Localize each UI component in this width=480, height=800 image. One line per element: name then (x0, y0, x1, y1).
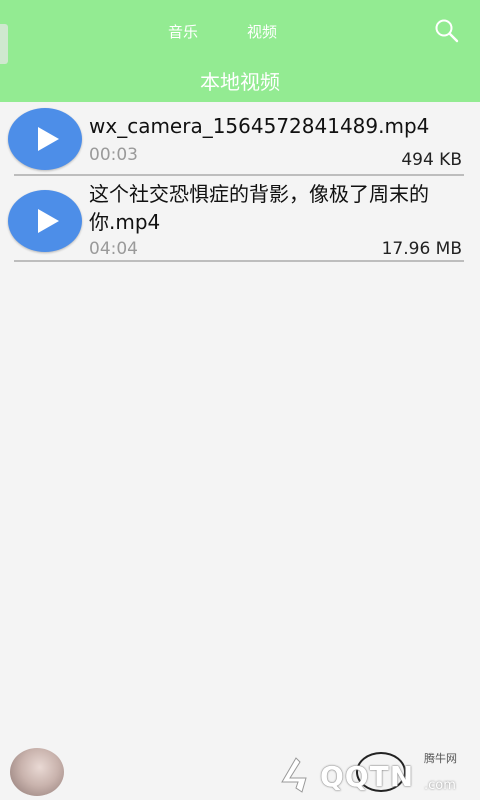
watermark: QQTN 腾牛网 .com (276, 748, 476, 798)
search-button[interactable] (434, 18, 460, 44)
avatar[interactable] (10, 748, 64, 796)
video-duration: 00:03 (89, 145, 138, 165)
drawer-edge-handle[interactable] (0, 24, 8, 64)
tab-music[interactable]: 音乐 (168, 21, 198, 42)
watermark-label: 腾牛网 (424, 752, 457, 765)
video-title: 这个社交恐惧症的背影，像极了周末的你.mp4 (89, 182, 429, 234)
watermark-brand: QQTN (320, 760, 415, 793)
video-size: 494 KB (401, 150, 462, 170)
tab-video[interactable]: 视频 (247, 21, 277, 42)
app-header: 音乐 视频 本地视频 (0, 0, 480, 102)
row-divider (14, 260, 464, 262)
row-divider (14, 174, 464, 176)
watermark-suffix: .com (424, 778, 456, 793)
video-title: wx_camera_1564572841489.mp4 (89, 114, 430, 138)
search-icon (435, 19, 459, 43)
page-title: 本地视频 (200, 70, 280, 94)
video-list-item[interactable]: wx_camera_1564572841489.mp4 00:03 494 KB (0, 102, 480, 178)
play-icon (38, 209, 59, 233)
watermark-logo-icon (281, 757, 307, 793)
play-button[interactable] (8, 108, 82, 170)
play-button[interactable] (8, 190, 82, 252)
play-icon (38, 127, 59, 151)
video-duration: 04:04 (89, 239, 138, 259)
video-list-item[interactable]: 这个社交恐惧症的背影，像极了周末的你.mp4 04:04 17.96 MB (0, 178, 480, 266)
video-size: 17.96 MB (381, 239, 462, 259)
